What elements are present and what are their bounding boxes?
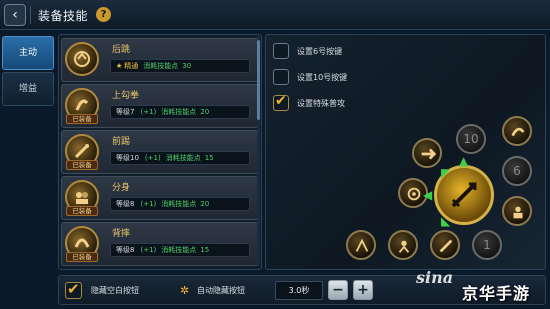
tab-active-skills[interactable]: 主动 (2, 36, 54, 70)
tab-buff-skills[interactable]: 增益 (2, 72, 54, 106)
cost-value: 15 (204, 154, 214, 162)
skill-cost-info: ★ 精通 消耗技能点 30 (110, 59, 250, 73)
slot-skill-bottom-1[interactable] (346, 230, 376, 260)
equipped-badge: 已装备 (66, 252, 98, 262)
special-attack-label: 设置特殊普攻 (297, 99, 345, 108)
backflip-icon (65, 42, 99, 76)
skill-bonus: (+1) (140, 108, 157, 116)
slot-skill-right[interactable] (502, 196, 532, 226)
skill-row-uppercut[interactable]: 已装备 上勾拳 等级7 (+1) 消耗技能点 20 (61, 84, 259, 128)
skill-level-info: 等级10 (+1) 消耗技能点 15 (110, 151, 250, 165)
slot-skill-bottom-3[interactable] (430, 230, 460, 260)
cost-label: 消耗技能点 (143, 62, 179, 70)
slot-6[interactable]: 6 (502, 156, 532, 186)
cost-label: 消耗技能点 (161, 108, 197, 116)
slot-10[interactable]: 10 (456, 124, 486, 154)
skill-level: 等级7 (116, 108, 135, 116)
arrow-left-icon: ◀ (423, 188, 433, 202)
key6-label: 设置6号按键 (297, 47, 343, 56)
mastery-label: 精通 (124, 62, 139, 70)
skill-bonus: (+1) (140, 200, 157, 208)
skill-level-info: 等级7 (+1) 消耗技能点 20 (110, 105, 250, 119)
arrow-down-left-icon: ◣ (441, 214, 451, 228)
skill-row-back-throw[interactable]: 已装备 背摔 等级8 (+1) 消耗技能点 15 (61, 222, 259, 266)
skill-row-front-kick[interactable]: 已装备 前踢 等级10 (+1) 消耗技能点 15 (61, 130, 259, 174)
slot-skill-top-right[interactable] (502, 116, 532, 146)
slot-1[interactable]: 1 (472, 230, 502, 260)
skill-name: 前踢 (112, 137, 131, 147)
site-watermark: 京华手游 (462, 284, 531, 303)
slot-skill-bottom-2[interactable] (388, 230, 418, 260)
hide-blank-label: 隐藏空白按钮 (91, 286, 139, 295)
skill-name: 背摔 (112, 229, 131, 239)
top-bar: ‹ 装备技能 ? (0, 0, 550, 30)
arrow-up-left-icon: ◤ (441, 166, 451, 180)
skill-level-info: 等级8 (+1) 消耗技能点 20 (110, 197, 250, 211)
auto-hide-icon: ✲ (180, 284, 190, 297)
key6-checkbox[interactable] (273, 43, 289, 59)
skill-name: 后跳 (112, 45, 131, 55)
skill-level: 等级10 (116, 154, 139, 162)
skill-bonus: (+1) (144, 154, 161, 162)
cost-value: 20 (200, 200, 210, 208)
special-attack-checkbox[interactable] (273, 93, 289, 111)
skill-row-backflip[interactable]: 后跳 ★ 精通 消耗技能点 30 (61, 38, 259, 82)
help-icon[interactable]: ? (96, 7, 111, 22)
decrease-button[interactable]: − (328, 280, 348, 300)
skill-row-clone[interactable]: 已装备 分身 等级8 (+1) 消耗技能点 20 (61, 176, 259, 220)
slot-skill-left[interactable] (412, 138, 442, 168)
arrow-up-icon: ▲ (459, 154, 469, 168)
key10-label: 设置10号按键 (297, 73, 348, 82)
hide-blank-checkbox[interactable] (65, 280, 82, 299)
increase-button[interactable]: + (353, 280, 373, 300)
skill-level-info: 等级8 (+1) 消耗技能点 15 (110, 243, 250, 257)
cost-label: 消耗技能点 (161, 200, 197, 208)
scrollbar-thumb[interactable] (257, 40, 260, 120)
auto-hide-time-field[interactable]: 3.0秒 (275, 281, 323, 300)
mastery-star-icon: ★ (116, 62, 123, 70)
skill-bonus: (+1) (140, 246, 157, 254)
cost-value: 15 (200, 246, 210, 254)
divider (30, 6, 31, 24)
page-title: 装备技能 (38, 9, 89, 23)
key10-checkbox[interactable] (273, 69, 289, 85)
cost-value: 30 (182, 62, 192, 70)
cost-value: 20 (200, 108, 210, 116)
equipped-badge: 已装备 (66, 160, 98, 170)
skill-level: 等级8 (116, 200, 135, 208)
skill-list: 后跳 ★ 精通 消耗技能点 30 已装备 上勾拳 等级7 (+1) 消耗技能点 20 已装备… (58, 34, 262, 270)
equipped-badge: 已装备 (66, 114, 98, 124)
cost-label: 消耗技能点 (161, 246, 197, 254)
back-arrow-icon[interactable]: ‹ (4, 4, 26, 26)
equipped-badge: 已装备 (66, 206, 98, 216)
cost-label: 消耗技能点 (165, 154, 201, 162)
skill-name: 分身 (112, 183, 131, 193)
auto-hide-label: 自动隐藏按钮 (197, 286, 245, 295)
skill-level: 等级8 (116, 246, 135, 254)
sina-watermark: sina (416, 268, 454, 287)
skill-name: 上勾拳 (112, 91, 140, 101)
